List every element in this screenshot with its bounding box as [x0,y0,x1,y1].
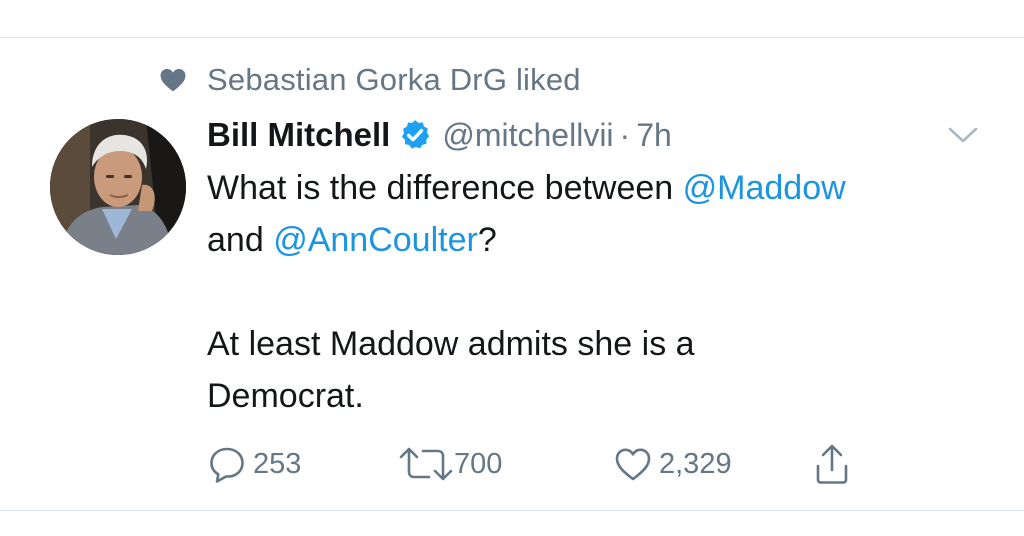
chevron-down-icon[interactable] [947,122,979,148]
author-name[interactable]: Bill Mitchell [207,116,390,154]
tweet-text-span: ? [477,221,497,259]
like-count: 2,329 [659,447,732,480]
tweet-text-span: and [207,221,274,259]
share-icon [812,442,852,486]
tweet-text-span: What is the difference between [207,169,683,207]
like-button[interactable]: 2,329 [613,440,732,488]
heart-outline-icon [613,444,653,484]
mention-link-maddow[interactable]: @Maddow [683,169,846,207]
share-button[interactable] [812,440,852,488]
timestamp[interactable]: 7h [636,117,672,154]
separator-dot: · [619,116,631,153]
tweet-actions: 253 700 2,329 [0,440,1024,488]
tweet-text-line-2: and @AnnCoulter? [207,214,997,266]
social-context: Sebastian Gorka DrG liked [160,58,581,102]
tweet-header: Bill Mitchell @mitchellvii · 7h [207,112,672,158]
bottom-divider [0,510,1024,511]
verified-badge-icon [398,118,432,152]
reply-icon [207,444,247,484]
tweet-text-line-1: What is the difference between @Maddow [207,162,997,214]
tweet-text-line-4: Democrat. [207,377,364,415]
avatar[interactable] [50,119,186,255]
tweet-text: What is the difference between @Maddow a… [207,162,997,422]
reply-button[interactable]: 253 [207,440,301,488]
reply-count: 253 [253,447,302,480]
social-context-text[interactable]: Sebastian Gorka DrG liked [207,62,581,98]
retweet-count: 700 [454,447,503,480]
retweet-icon [398,444,454,484]
mention-link-anncoulter[interactable]: @AnnCoulter [273,221,478,259]
top-divider [0,37,1024,38]
retweet-button[interactable]: 700 [398,440,502,488]
heart-icon [160,67,186,93]
tweet-text-line-3: At least Maddow admits she is a [207,325,695,363]
author-handle[interactable]: @mitchellvii [442,117,613,154]
